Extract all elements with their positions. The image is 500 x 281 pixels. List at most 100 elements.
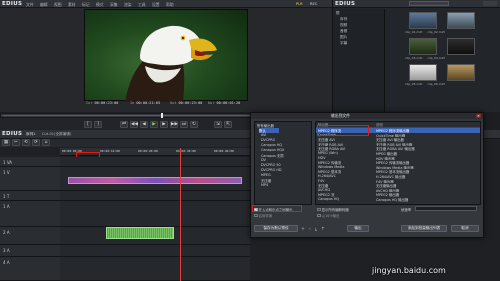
exporter-row[interactable]: Canopus HQ Canopus HQ 输出器 — [316, 197, 480, 202]
menu-file[interactable]: 文件 — [26, 2, 34, 8]
sequence-tab[interactable]: 序列1 — [26, 132, 35, 137]
tree-item[interactable]: AVI — [261, 133, 266, 138]
menu-edit[interactable]: 编辑 — [40, 2, 48, 8]
set-out-button[interactable]: ] — [94, 121, 102, 128]
clip-thumbnail[interactable] — [447, 38, 475, 55]
play-button[interactable]: ▶ — [150, 121, 158, 128]
tree-item-root[interactable]: 根 — [336, 11, 340, 16]
clip-thumbnail[interactable] — [447, 64, 475, 81]
menu-marker[interactable]: 标记 — [82, 2, 90, 8]
exporter-name: Windows Media — [318, 164, 345, 169]
import-icon[interactable]: ⤓ — [315, 226, 320, 231]
thumb-caption: clip_03.m2t clip_04.m2t — [405, 56, 445, 60]
track-head[interactable]: 4 A — [0, 257, 60, 281]
tree-item[interactable]: DVCPRO HD — [261, 168, 282, 173]
dialog-title: 输出到文件 — [251, 113, 483, 119]
menu-view[interactable]: 视图 — [54, 2, 62, 8]
clip-thumbnail[interactable] — [447, 12, 475, 29]
menu-help[interactable]: 帮助 — [166, 2, 174, 8]
tree-item[interactable]: Canopus HQ — [261, 143, 282, 148]
exporter-name: Canopus HQ — [318, 197, 340, 201]
step-back-button[interactable]: ◀ — [140, 121, 148, 128]
tool-button[interactable]: ⟲ — [22, 139, 30, 146]
tree-item-selected[interactable]: 默认 — [259, 128, 279, 133]
bin-view-toggle[interactable] — [483, 1, 497, 6]
tree-item[interactable]: 无压缩 — [261, 178, 271, 183]
insert-button[interactable]: ⇲ — [214, 121, 222, 128]
clip-thumbnail[interactable] — [409, 64, 437, 81]
prev-button[interactable]: ⏮ — [120, 121, 128, 128]
tree-item[interactable]: Canopus HQX — [261, 148, 284, 153]
tree-item-video[interactable]: 视频 — [340, 23, 347, 28]
clip-thumbnail[interactable] — [409, 12, 437, 29]
track-area[interactable] — [60, 157, 250, 167]
rec-tag[interactable]: REC — [310, 2, 317, 6]
add-icon[interactable]: ＋ — [301, 226, 306, 231]
track-head[interactable]: 1 T — [0, 191, 60, 201]
timeline-toolbar: ▦ ✂ ⟲ ⟳ ⌂ — [0, 139, 250, 147]
track-head[interactable]: 1 A — [0, 201, 60, 227]
thumb-caption: clip_05.m2t clip_06.m2t — [405, 82, 445, 86]
loop-button[interactable]: ↻ — [190, 121, 198, 128]
project-tab[interactable]: Cut-01(全屏编辑) — [42, 132, 71, 137]
checkbox-show-all[interactable]: 显示所有编解码器 — [317, 207, 349, 212]
export-icon[interactable]: ⤒ — [322, 226, 327, 231]
step-forward-button[interactable]: ▶ — [160, 121, 168, 128]
track-area[interactable]: Cut-1(00:23:01 Out) — [60, 201, 250, 235]
track-area[interactable] — [60, 227, 250, 245]
tree-item[interactable]: DVCPRO — [261, 138, 275, 143]
tree-item[interactable]: MP4 — [261, 183, 268, 188]
tree-item-audio[interactable]: 音频 — [340, 29, 347, 34]
cancel-button[interactable]: 取消 — [451, 225, 479, 232]
plr-tag[interactable]: PLR — [296, 2, 303, 6]
output-button[interactable]: 输出 — [347, 225, 369, 232]
checkbox-enable-convert[interactable]: 启用转换 — [254, 213, 272, 218]
menu-tools[interactable]: 工具 — [138, 2, 146, 8]
bin-toolbar[interactable] — [409, 1, 449, 6]
clip-thumbnail[interactable] — [409, 38, 437, 55]
app-logo: EDIUS — [2, 1, 23, 7]
tool-button[interactable]: ✂ — [12, 139, 20, 146]
frame-rate-field[interactable] — [415, 206, 477, 211]
tool-button[interactable]: ⟳ — [32, 139, 40, 146]
exporter-tree: 所有输出器 默认 AVI DVCPRO Canopus HQ Canopus H… — [254, 121, 312, 205]
column-header-description[interactable]: 说明 — [376, 122, 383, 127]
checkbox-export-16-9[interactable]: 以16:9输出 — [317, 213, 339, 218]
save-preset-button[interactable]: 保存为默认预设 — [254, 225, 298, 232]
delete-icon[interactable]: ✕ — [308, 226, 313, 231]
tool-button[interactable]: ⌂ — [42, 139, 50, 146]
batch-output-button[interactable]: 添加到批量输出列表 — [401, 225, 447, 232]
tree-item[interactable]: DVCPRO 50 — [261, 163, 281, 168]
menu-capture[interactable]: 采集 — [110, 2, 118, 8]
next-button[interactable]: ⏭ — [180, 121, 188, 128]
tree-item[interactable]: DV — [261, 158, 266, 163]
set-in-button[interactable]: [ — [84, 121, 92, 128]
track-area[interactable] — [60, 167, 250, 191]
tree-item[interactable]: MPEG — [261, 173, 271, 178]
track-head[interactable]: 2 A — [0, 227, 60, 245]
track-head[interactable]: 1 VA — [0, 157, 60, 167]
tree-item-sequence[interactable]: 序列 — [340, 17, 347, 22]
track-area[interactable] — [60, 257, 250, 281]
menu-render[interactable]: 渲染 — [124, 2, 132, 8]
track-head[interactable]: 3 A — [0, 245, 60, 257]
menu-clip[interactable]: 素材 — [68, 2, 76, 8]
menu-settings[interactable]: 设置 — [152, 2, 160, 8]
exporter-description: Canopus HQ 输出器 — [376, 198, 409, 202]
video-clip[interactable] — [68, 177, 242, 184]
rewind-button[interactable]: ◀◀ — [130, 121, 138, 128]
track-area[interactable] — [60, 191, 250, 201]
tree-item[interactable]: Canopus 无损 — [261, 153, 284, 158]
tree-item-image[interactable]: 图片 — [340, 35, 347, 40]
tool-button[interactable]: ▦ — [2, 139, 10, 146]
track-area[interactable] — [60, 245, 250, 257]
overwrite-button[interactable]: ⇱ — [224, 121, 232, 128]
tree-item-title[interactable]: 字幕 — [340, 41, 347, 46]
track-head[interactable]: 1 V — [0, 167, 60, 191]
fast-forward-button[interactable]: ▶▶ — [170, 121, 178, 128]
tree-header[interactable]: 所有输出器 — [257, 123, 274, 128]
playhead[interactable] — [180, 148, 181, 281]
menu-mode[interactable]: 模式 — [96, 2, 104, 8]
audio-waveform[interactable] — [106, 227, 174, 239]
close-icon[interactable]: ✕ — [476, 114, 481, 118]
